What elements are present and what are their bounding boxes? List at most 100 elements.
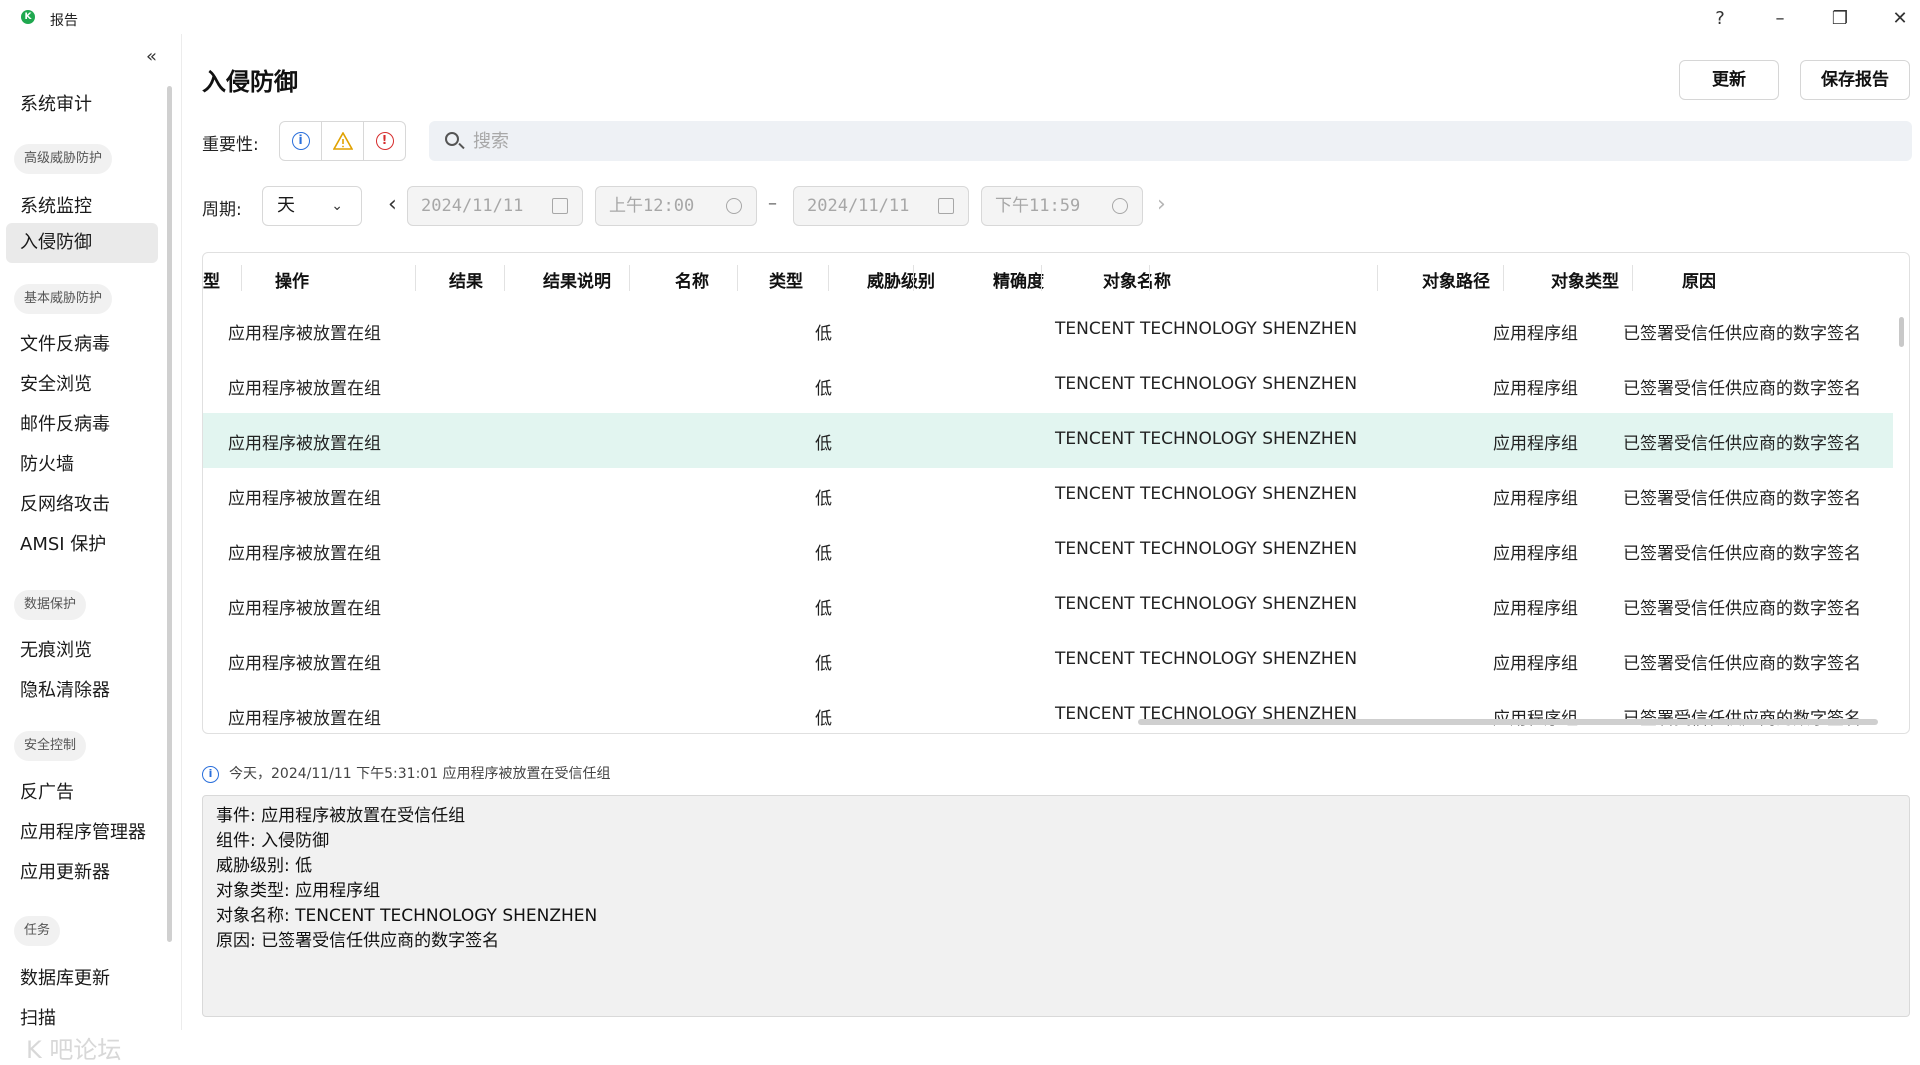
- cell-object-name: TENCENT TECHNOLOGY SHENZHEN: [1055, 374, 1358, 394]
- severity-info-button[interactable]: i: [279, 121, 322, 161]
- column-header[interactable]: 型: [203, 267, 220, 292]
- save-report-button[interactable]: 保存报告: [1800, 60, 1910, 100]
- app-logo-icon: K: [21, 10, 35, 24]
- close-button[interactable]: ✕: [1880, 4, 1920, 34]
- update-button[interactable]: 更新: [1679, 60, 1779, 100]
- sidebar-item-17[interactable]: 应用更新器: [20, 858, 110, 884]
- cell-reason: 已签署受信任供应商的数字签名: [1623, 324, 1861, 344]
- sidebar-item-12[interactable]: 无痕浏览: [20, 636, 92, 662]
- column-divider[interactable]: [504, 265, 505, 291]
- sidebar-item-16[interactable]: 应用程序管理器: [20, 818, 146, 844]
- column-divider[interactable]: [737, 265, 738, 291]
- severity-critical-button[interactable]: !: [363, 121, 406, 161]
- search-box[interactable]: [429, 121, 1912, 161]
- sidebar-item-2[interactable]: 系统监控: [20, 192, 92, 218]
- column-header[interactable]: 对象类型: [1551, 267, 1619, 292]
- column-header[interactable]: 对象路径: [1422, 267, 1490, 292]
- sidebar-item-9[interactable]: 反网络攻击: [20, 490, 110, 516]
- table-horizontal-scrollbar[interactable]: [1138, 719, 1878, 725]
- column-divider[interactable]: [913, 265, 914, 291]
- next-period-button[interactable]: ›: [1157, 192, 1166, 217]
- table-row[interactable]: 应用程序被放置在组低TENCENT TECHNOLOGY SHENZHEN应用程…: [203, 688, 1893, 733]
- detail-line: 事件: 应用程序被放置在受信任组: [216, 806, 466, 826]
- cell-threat-level: 低: [815, 709, 832, 729]
- end-time-field[interactable]: 下午11:59: [981, 186, 1143, 226]
- search-input[interactable]: [473, 121, 1893, 161]
- column-header[interactable]: 对象名称: [1103, 267, 1171, 292]
- sidebar-group-label: 任务: [14, 916, 61, 946]
- column-divider[interactable]: [1503, 265, 1504, 291]
- period-select[interactable]: 天 ⌄: [262, 186, 362, 226]
- chevron-down-icon: ⌄: [331, 198, 343, 214]
- table-row[interactable]: 应用程序被放置在组低TENCENT TECHNOLOGY SHENZHEN应用程…: [203, 303, 1893, 358]
- cell-object-type: 应用程序组: [1493, 489, 1578, 509]
- column-divider[interactable]: [1149, 265, 1150, 291]
- table-row[interactable]: 应用程序被放置在组低TENCENT TECHNOLOGY SHENZHEN应用程…: [203, 578, 1893, 633]
- severity-warning-button[interactable]: [321, 121, 364, 161]
- sidebar-item-20[interactable]: 扫描: [20, 1004, 56, 1030]
- detail-line: 组件: 入侵防御: [216, 831, 330, 851]
- column-header[interactable]: 类型: [769, 267, 803, 292]
- column-header[interactable]: 操作: [275, 267, 309, 292]
- table-row[interactable]: 应用程序被放置在组低TENCENT TECHNOLOGY SHENZHEN应用程…: [203, 523, 1893, 578]
- table-row[interactable]: 应用程序被放置在组低TENCENT TECHNOLOGY SHENZHEN应用程…: [203, 413, 1893, 468]
- cell-threat-level: 低: [815, 379, 832, 399]
- table-vertical-scrollbar[interactable]: [1899, 317, 1904, 347]
- start-time-field[interactable]: 上午12:00: [595, 186, 757, 226]
- cell-action: 应用程序被放置在组: [228, 324, 381, 344]
- cell-threat-level: 低: [815, 544, 832, 564]
- column-divider[interactable]: [241, 265, 242, 291]
- page-title: 入侵防御: [202, 68, 298, 96]
- table-row[interactable]: 应用程序被放置在组低TENCENT TECHNOLOGY SHENZHEN应用程…: [203, 358, 1893, 413]
- sidebar-item-6[interactable]: 安全浏览: [20, 370, 92, 396]
- event-details-panel[interactable]: 事件: 应用程序被放置在受信任组 组件: 入侵防御 威胁级别: 低对象类型: 应用程…: [202, 795, 1910, 1017]
- sidebar-item-15[interactable]: 反广告: [20, 778, 74, 804]
- table-row[interactable]: 应用程序被放置在组低TENCENT TECHNOLOGY SHENZHEN应用程…: [203, 633, 1893, 688]
- sidebar-item-0[interactable]: 系统审计: [20, 90, 92, 116]
- column-divider[interactable]: [629, 265, 630, 291]
- cell-reason: 已签署受信任供应商的数字签名: [1623, 654, 1861, 674]
- event-summary: i 今天，2024/11/11 下午5:31:01 应用程序被放置在受信任组: [202, 763, 611, 783]
- help-button[interactable]: ?: [1700, 4, 1740, 34]
- cell-reason: 已签署受信任供应商的数字签名: [1623, 544, 1861, 564]
- column-divider[interactable]: [828, 265, 829, 291]
- cell-threat-level: 低: [815, 434, 832, 454]
- column-header[interactable]: 名称: [675, 267, 709, 292]
- start-date-field[interactable]: 2024/11/11: [407, 186, 583, 226]
- sidebar-item-10[interactable]: AMSI 保护: [20, 530, 106, 556]
- column-divider[interactable]: [1041, 265, 1042, 291]
- column-header[interactable]: 精确度: [993, 267, 1044, 292]
- start-date-value: 2024/11/11: [421, 196, 524, 216]
- column-header[interactable]: 结果说明: [543, 267, 611, 292]
- cell-action: 应用程序被放置在组: [228, 489, 381, 509]
- window-title: 报告: [50, 13, 78, 29]
- cell-threat-level: 低: [815, 599, 832, 619]
- cell-object-type: 应用程序组: [1493, 544, 1578, 564]
- sidebar-item-5[interactable]: 文件反病毒: [20, 330, 110, 356]
- info-icon: i: [291, 132, 310, 150]
- sidebar-item-3[interactable]: 入侵防御: [6, 223, 158, 263]
- sidebar-group-label: 安全控制: [14, 731, 87, 761]
- column-divider[interactable]: [1632, 265, 1633, 291]
- sidebar-item-7[interactable]: 邮件反病毒: [20, 410, 110, 436]
- table-row[interactable]: 应用程序被放置在组低TENCENT TECHNOLOGY SHENZHEN应用程…: [203, 468, 1893, 523]
- sidebar-item-13[interactable]: 隐私清除器: [20, 676, 110, 702]
- column-divider[interactable]: [1377, 265, 1378, 291]
- column-header[interactable]: 原因: [1682, 267, 1716, 292]
- detail-line: 威胁级别: 低: [216, 856, 313, 876]
- end-date-field[interactable]: 2024/11/11: [793, 186, 969, 226]
- collapse-sidebar-icon[interactable]: «: [146, 46, 157, 67]
- minimize-button[interactable]: –: [1760, 4, 1800, 34]
- column-divider[interactable]: [415, 265, 416, 291]
- prev-period-button[interactable]: ‹: [388, 192, 397, 217]
- sidebar-item-19[interactable]: 数据库更新: [20, 964, 110, 990]
- sidebar: « 系统审计 高级威胁防护 系统监控 入侵防御 基本威胁防护 文件反病毒 安全浏览 邮件反病毒…: [0, 34, 182, 1064]
- restore-button[interactable]: ❐: [1820, 4, 1860, 34]
- column-header[interactable]: 结果: [449, 267, 483, 292]
- sidebar-scrollbar[interactable]: [167, 86, 172, 942]
- cell-object-type: 应用程序组: [1493, 324, 1578, 344]
- column-header[interactable]: 威胁级别: [867, 267, 935, 292]
- cell-object-type: 应用程序组: [1493, 599, 1578, 619]
- calendar-icon: [552, 198, 568, 214]
- sidebar-item-8[interactable]: 防火墙: [20, 450, 74, 476]
